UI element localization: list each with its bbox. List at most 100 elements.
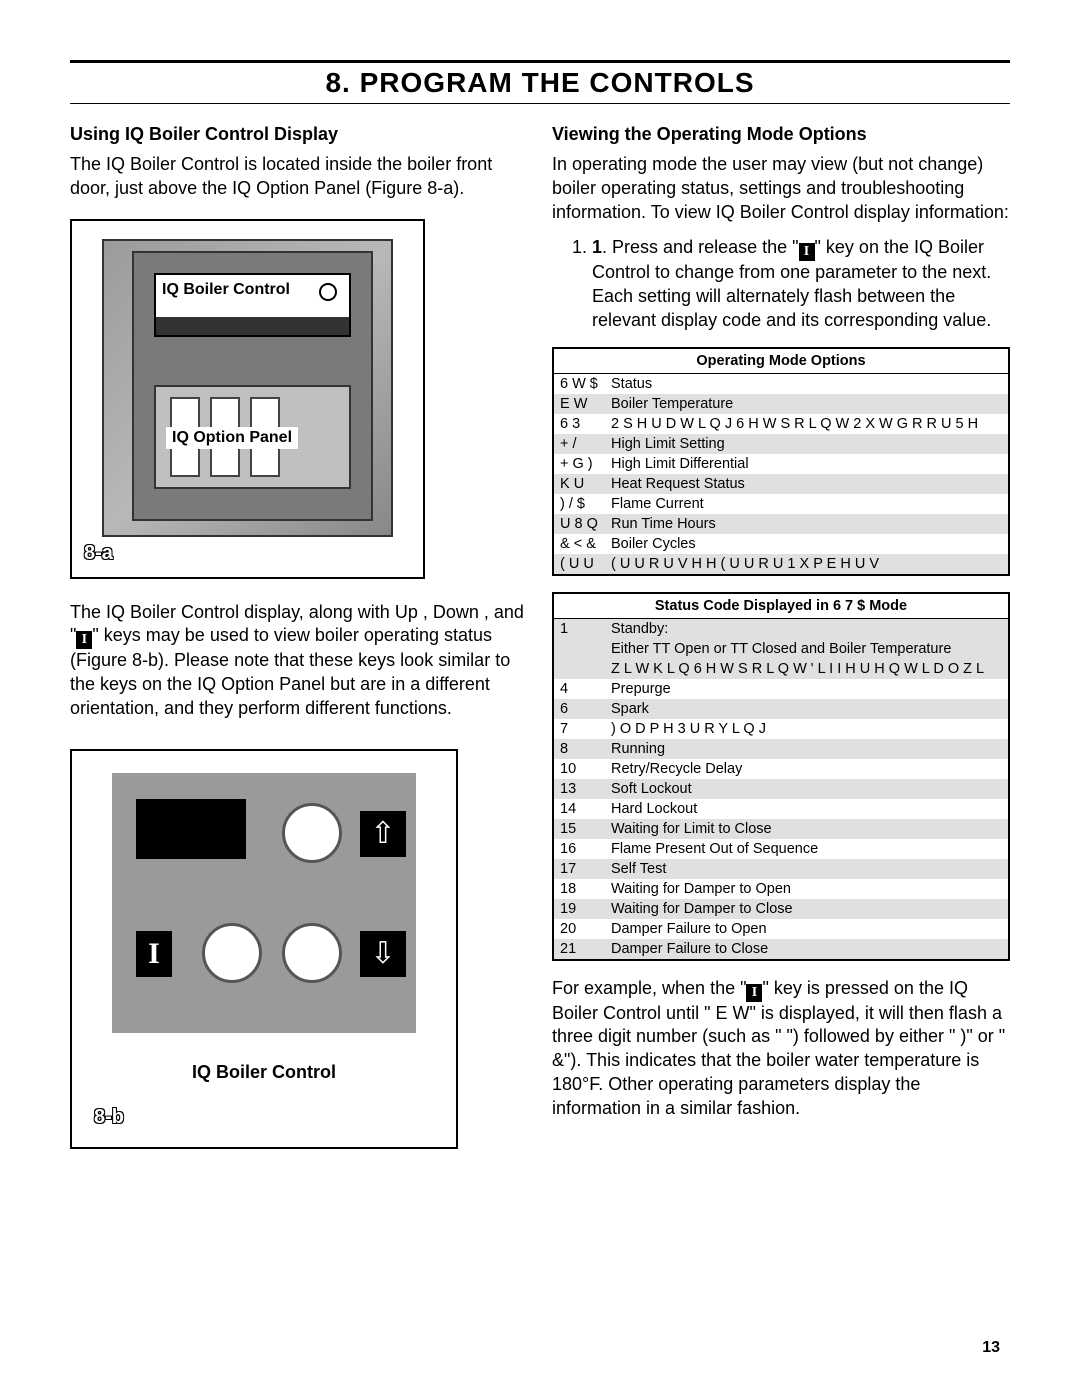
para-example-post: " key is pressed on the IQ Boiler Contro… [552, 978, 1005, 1118]
device-button-bar [156, 317, 349, 335]
figure-8a-tag: 8-a [84, 542, 113, 565]
para-example-pre: For example, when the " [552, 978, 746, 998]
step-1: 1. Press and release the "I" key on the … [592, 236, 1010, 332]
table-row: 15Waiting for Limit to Close [553, 819, 1009, 839]
figure-8a-enclosure: IQ Boiler Control IQ Option Panel [102, 239, 393, 537]
desc-cell: Spark [605, 699, 1009, 719]
code-cell: 21 [553, 939, 605, 960]
table2-header: Status Code Displayed in 6 7 $ Mode [553, 593, 1009, 619]
code-cell: 6 [553, 699, 605, 719]
step-1-pre: Press and release the " [612, 237, 799, 257]
page-number: 13 [982, 1339, 1000, 1357]
desc-cell: Z L W K L Q 6 H W S R L Q W ' L I I H U … [605, 659, 1009, 679]
lcd-display [136, 799, 246, 859]
code-cell: ( U U [553, 554, 605, 575]
code-cell: K U [553, 474, 605, 494]
desc-cell: ( U U R U V H H ( U U R U 1 X P E H U V [605, 554, 1009, 575]
two-column-layout: Using IQ Boiler Control Display The IQ B… [70, 118, 1010, 1171]
code-cell: U 8 Q [553, 514, 605, 534]
desc-cell: High Limit Setting [605, 434, 1009, 454]
table-row: ) / $Flame Current [553, 494, 1009, 514]
i-key-icon: I [746, 984, 762, 1002]
table-row: 1Standby: [553, 618, 1009, 639]
iq-boiler-control-label: IQ Boiler Control [162, 281, 290, 299]
desc-cell: ) O D P H 3 U R Y L Q J [605, 719, 1009, 739]
page-title: 8. PROGRAM THE CONTROLS [70, 67, 1010, 99]
desc-cell: 2 S H U D W L Q J 6 H W S R L Q W 2 X W … [605, 414, 1009, 434]
desc-cell: Either TT Open or TT Closed and Boiler T… [605, 639, 1009, 659]
desc-cell: Waiting for Damper to Open [605, 879, 1009, 899]
desc-cell: Damper Failure to Close [605, 939, 1009, 960]
code-cell: + / [553, 434, 605, 454]
right-column: Viewing the Operating Mode Options In op… [552, 118, 1010, 1171]
table-row: 20Damper Failure to Open [553, 919, 1009, 939]
code-cell: & < & [553, 534, 605, 554]
code-cell: 6 3 [553, 414, 605, 434]
code-cell: 13 [553, 779, 605, 799]
code-cell: 10 [553, 759, 605, 779]
steps-list: 1. Press and release the "I" key on the … [582, 236, 1010, 332]
left-column: Using IQ Boiler Control Display The IQ B… [70, 118, 528, 1171]
moon-icon [319, 283, 337, 301]
table-row: ( U U( U U R U V H H ( U U R U 1 X P E H… [553, 554, 1009, 575]
round-button [202, 923, 262, 983]
table-row: 16Flame Present Out of Sequence [553, 839, 1009, 859]
table-row: + G )High Limit Differential [553, 454, 1009, 474]
para-display-keys: The IQ Boiler Control display, along wit… [70, 601, 528, 721]
up-arrow-icon: ⇧ [360, 811, 406, 857]
iq-option-panel-device: IQ Option Panel [154, 385, 351, 489]
code-cell: 7 [553, 719, 605, 739]
table-row: 4Prepurge [553, 679, 1009, 699]
code-cell: 18 [553, 879, 605, 899]
code-cell: 8 [553, 739, 605, 759]
desc-cell: Self Test [605, 859, 1009, 879]
table-row: 14Hard Lockout [553, 799, 1009, 819]
table-row: 10Retry/Recycle Delay [553, 759, 1009, 779]
i-key-icon: I [799, 243, 815, 261]
code-cell: 14 [553, 799, 605, 819]
table-row: Z L W K L Q 6 H W S R L Q W ' L I I H U … [553, 659, 1009, 679]
round-button [282, 923, 342, 983]
desc-cell: Status [605, 373, 1009, 394]
table-row: 6 32 S H U D W L Q J 6 H W S R L Q W 2 X… [553, 414, 1009, 434]
desc-cell: Flame Present Out of Sequence [605, 839, 1009, 859]
code-cell: 1 [553, 618, 605, 639]
table-row: 21Damper Failure to Close [553, 939, 1009, 960]
desc-cell: Flame Current [605, 494, 1009, 514]
desc-cell: Heat Request Status [605, 474, 1009, 494]
down-arrow-icon: ⇩ [360, 931, 406, 977]
figure-8b-caption: IQ Boiler Control [72, 1062, 456, 1083]
heading-using-display: Using IQ Boiler Control Display [70, 124, 528, 145]
desc-cell: Standby: [605, 618, 1009, 639]
code-cell: 6 W $ [553, 373, 605, 394]
table-row: + /High Limit Setting [553, 434, 1009, 454]
desc-cell: Soft Lockout [605, 779, 1009, 799]
desc-cell: Prepurge [605, 679, 1009, 699]
figure-8b: ⇧ ⇩ I IQ Boiler Control 8-b [70, 749, 458, 1149]
rule-heavy [70, 60, 1010, 63]
table-row: 18Waiting for Damper to Open [553, 879, 1009, 899]
table-row: 7) O D P H 3 U R Y L Q J [553, 719, 1009, 739]
desc-cell: Boiler Cycles [605, 534, 1009, 554]
table-row: 6 W $Status [553, 373, 1009, 394]
code-cell [553, 659, 605, 679]
code-cell: 19 [553, 899, 605, 919]
table-row: E WBoiler Temperature [553, 394, 1009, 414]
code-cell: ) / $ [553, 494, 605, 514]
desc-cell: Running [605, 739, 1009, 759]
desc-cell: Damper Failure to Open [605, 919, 1009, 939]
table-row: 8Running [553, 739, 1009, 759]
operating-mode-options-table: Operating Mode Options 6 W $StatusE WBoi… [552, 347, 1010, 576]
rule-thin [70, 103, 1010, 104]
desc-cell: Hard Lockout [605, 799, 1009, 819]
code-cell: + G ) [553, 454, 605, 474]
status-code-table: Status Code Displayed in 6 7 $ Mode 1Sta… [552, 592, 1010, 961]
table-row: & < &Boiler Cycles [553, 534, 1009, 554]
table1-header: Operating Mode Options [553, 348, 1009, 374]
desc-cell: Run Time Hours [605, 514, 1009, 534]
desc-cell: Boiler Temperature [605, 394, 1009, 414]
table-row: 6Spark [553, 699, 1009, 719]
table-row: 13Soft Lockout [553, 779, 1009, 799]
code-cell: 4 [553, 679, 605, 699]
code-cell: 16 [553, 839, 605, 859]
